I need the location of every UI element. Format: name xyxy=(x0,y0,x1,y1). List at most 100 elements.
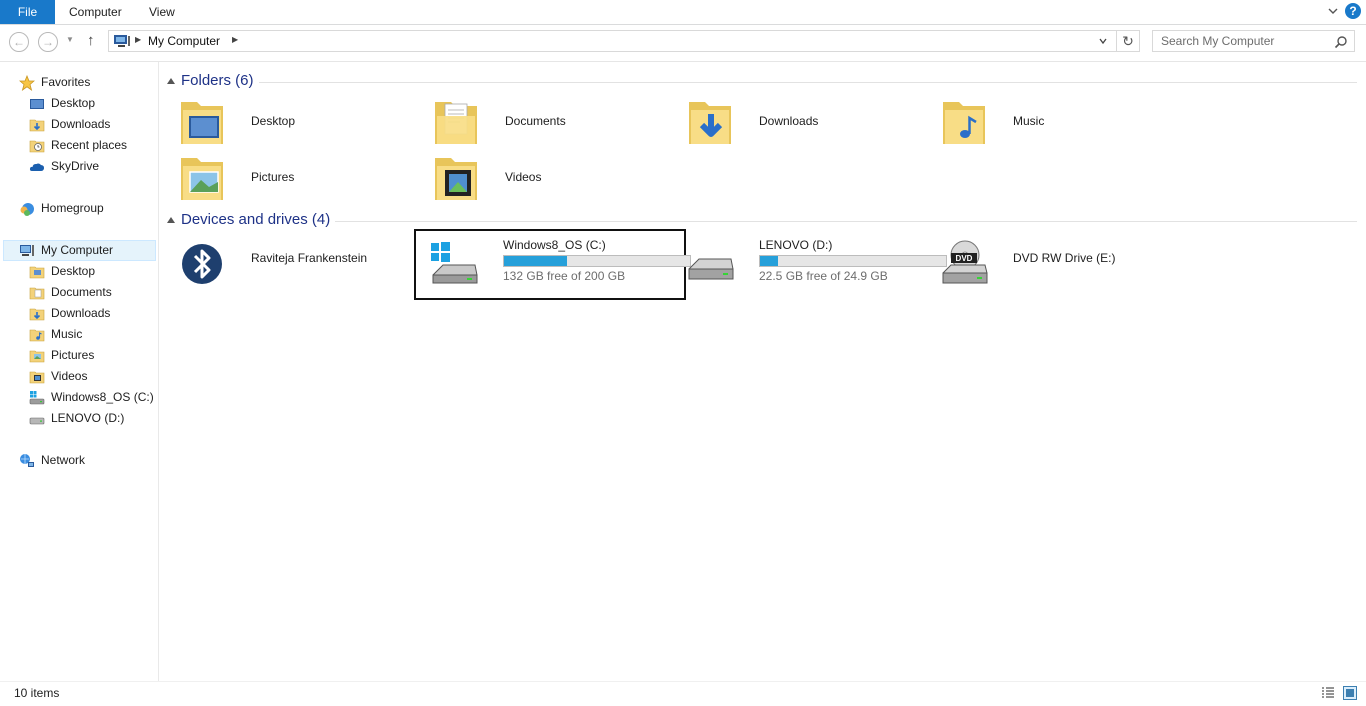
drive-usage-fill xyxy=(760,256,778,266)
star-icon xyxy=(19,75,35,91)
sidebar-item-label: Downloads xyxy=(51,306,111,320)
bluetooth-icon xyxy=(182,244,222,284)
sidebar-item-label: Pictures xyxy=(51,348,95,362)
folder-label: Videos xyxy=(505,170,542,184)
content-pane: Folders (6) Desktop Documents Downloads … xyxy=(159,62,1366,681)
sidebar-item-label: My Computer xyxy=(41,243,114,257)
videos-folder-icon xyxy=(435,158,477,200)
details-view-icon[interactable] xyxy=(1321,686,1335,700)
homegroup-icon xyxy=(20,203,34,216)
drive-item-lenovo-d[interactable]: LENOVO (D:) 22.5 GB free of 24.9 GB xyxy=(687,235,949,299)
drive-usage-bar xyxy=(503,255,691,267)
breadcrumb-separator-icon[interactable]: ▶ xyxy=(232,35,238,44)
help-icon[interactable]: ? xyxy=(1345,3,1361,19)
recent-places-icon xyxy=(29,140,45,153)
hard-drive-icon xyxy=(688,258,734,280)
svg-text:DVD: DVD xyxy=(956,254,973,263)
folder-item-desktop[interactable]: Desktop xyxy=(179,96,419,148)
sidebar-item-label: Recent places xyxy=(51,138,128,152)
tab-file[interactable]: File xyxy=(0,0,55,24)
downloads-folder-icon xyxy=(689,102,731,144)
ribbon: File Computer View ? xyxy=(0,0,1366,25)
collapse-group-icon[interactable] xyxy=(167,77,175,85)
desktop-folder-icon xyxy=(181,102,223,144)
sidebar-item-label: Homegroup xyxy=(41,201,104,215)
address-dropdown-chevron-icon[interactable] xyxy=(1097,34,1109,48)
drive-name: DVD RW Drive (E:) xyxy=(1013,251,1116,265)
item-count: 10 items xyxy=(14,686,60,700)
drive-usage-fill xyxy=(504,256,568,266)
forward-button[interactable]: → xyxy=(38,32,58,52)
computer-icon xyxy=(20,245,34,256)
folder-item-downloads[interactable]: Downloads xyxy=(687,96,927,148)
windows-drive-icon xyxy=(29,391,45,405)
downloads-folder-icon xyxy=(29,119,45,132)
sidebar-item-label: Music xyxy=(51,327,83,341)
tab-view[interactable]: View xyxy=(149,0,175,24)
skydrive-cloud-icon xyxy=(29,163,45,171)
folder-item-pictures[interactable]: Pictures xyxy=(179,152,419,204)
sidebar-item-label: Desktop xyxy=(51,96,96,110)
downloads-folder-icon xyxy=(29,308,45,321)
expand-ribbon-chevron-icon[interactable] xyxy=(1326,4,1340,18)
device-name: Raviteja Frankenstein xyxy=(251,251,368,265)
folder-item-music[interactable]: Music xyxy=(941,96,1181,148)
address-bar[interactable]: ▶ My Computer ▶ ↻ xyxy=(108,30,1140,52)
breadcrumb-my-computer[interactable]: My Computer xyxy=(148,34,220,48)
pictures-folder-icon xyxy=(181,158,223,200)
sidebar-item-label: Documents xyxy=(51,285,112,299)
sidebar-item-label: LENOVO (D:) xyxy=(51,411,125,425)
drive-item-dvd-rw-e[interactable]: DVD DVD RW Drive (E:) xyxy=(941,235,1181,299)
folder-label: Pictures xyxy=(251,170,295,184)
folder-label: Documents xyxy=(505,114,566,128)
group-title-folders: Folders (6) xyxy=(181,72,254,89)
search-placeholder: Search My Computer xyxy=(1161,34,1275,48)
sidebar-item-label: Desktop xyxy=(51,264,96,278)
group-divider xyxy=(335,221,1357,222)
folder-label: Desktop xyxy=(251,114,296,128)
status-bar: 10 items xyxy=(0,681,1366,706)
sidebar-item-label: Downloads xyxy=(51,117,111,131)
folder-item-documents[interactable]: Documents xyxy=(433,96,673,148)
back-button[interactable]: ← xyxy=(9,32,29,52)
recent-locations-icon[interactable]: ▼ xyxy=(66,35,74,44)
collapse-group-icon[interactable] xyxy=(167,216,175,224)
navigation-pane: Favorites Desktop Downloads Recent place… xyxy=(0,62,159,681)
music-folder-icon xyxy=(29,329,45,342)
windows-drive-icon xyxy=(431,242,478,284)
group-divider xyxy=(259,82,1357,83)
folder-label: Music xyxy=(1013,114,1045,128)
navigation-bar: ← → ▼ ↑ ▶ My Computer ▶ ↻ Search My Comp… xyxy=(0,25,1366,62)
drive-usage-bar xyxy=(759,255,947,267)
music-folder-icon xyxy=(943,102,985,144)
folder-label: Downloads xyxy=(759,114,819,128)
desktop-icon xyxy=(30,99,44,109)
up-button[interactable]: ↑ xyxy=(87,32,95,49)
sidebar-item-label: SkyDrive xyxy=(51,159,100,173)
pictures-folder-icon xyxy=(29,350,45,363)
large-icons-view-icon[interactable] xyxy=(1343,686,1357,700)
drive-name: Windows8_OS (C:) xyxy=(503,238,606,252)
sidebar-item-label: Network xyxy=(41,453,86,467)
breadcrumb-separator-icon[interactable]: ▶ xyxy=(135,35,141,44)
folder-item-videos[interactable]: Videos xyxy=(433,152,673,204)
search-icon[interactable] xyxy=(1334,35,1348,49)
device-item-raviteja-frankenstein[interactable]: Raviteja Frankenstein xyxy=(179,235,419,299)
drive-name: LENOVO (D:) xyxy=(759,238,833,252)
sidebar-item-label: Windows8_OS (C:) xyxy=(51,390,154,404)
sidebar-item-label: Favorites xyxy=(41,75,91,89)
group-title-devices-and-drives: Devices and drives (4) xyxy=(181,211,331,228)
dvd-drive-icon: DVD xyxy=(942,240,988,284)
hard-drive-icon xyxy=(29,417,45,425)
tab-computer[interactable]: Computer xyxy=(69,0,122,24)
drive-item-windows8-os-c[interactable]: Windows8_OS (C:) 132 GB free of 200 GB xyxy=(431,235,693,299)
network-icon xyxy=(20,454,34,467)
folder-icon xyxy=(29,266,45,279)
documents-folder-icon xyxy=(435,102,477,144)
refresh-button[interactable]: ↻ xyxy=(1116,31,1139,51)
sidebar-item-label: Videos xyxy=(51,369,88,383)
documents-folder-icon xyxy=(29,287,45,300)
computer-icon xyxy=(114,35,130,47)
search-input[interactable]: Search My Computer xyxy=(1152,30,1355,52)
drive-free-space: 132 GB free of 200 GB xyxy=(503,269,626,283)
